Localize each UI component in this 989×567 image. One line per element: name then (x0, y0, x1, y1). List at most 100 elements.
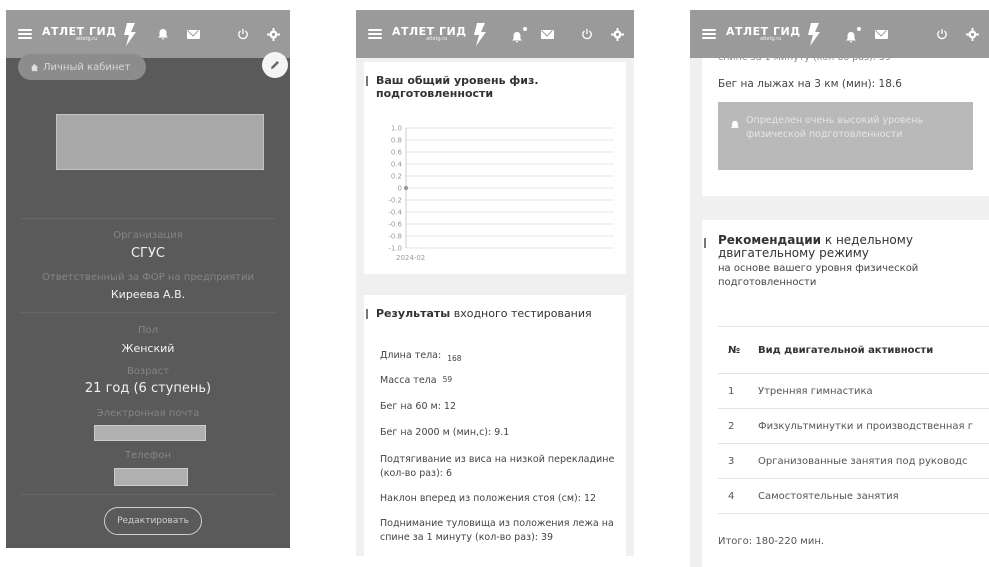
rec-title-bold: Рекомендации (718, 233, 822, 247)
level-line-chart: 1.0 0.8 0.6 0.4 0.2 0 -0.2 -0.4 -0.6 -0.8 -1.02024… (388, 125, 614, 262)
app-logo[interactable]: АТЛЕТ ГИД atletg.ru (726, 26, 801, 42)
row-activity: Утренняя гимнастика (758, 373, 989, 409)
mail-icon[interactable] (874, 29, 888, 39)
phone-label: Телефон (124, 450, 171, 461)
menu-icon[interactable] (702, 29, 716, 39)
results-title-bold: Результаты (376, 307, 451, 320)
power-icon[interactable] (237, 28, 249, 40)
logo-subtext: atletg.ru (760, 36, 782, 42)
personal-cabinet-label: Личный кабинет (43, 61, 131, 73)
result-item: Масса тела 59 (380, 374, 452, 388)
results-title: Результаты входного тестирования (376, 307, 592, 320)
email-field (94, 425, 206, 441)
result-label: Длина тела: (380, 350, 442, 361)
bell-icon (730, 120, 740, 128)
result-label: Масса тела (380, 375, 437, 386)
avatar-placeholder (56, 114, 264, 170)
menu-icon[interactable] (368, 29, 382, 39)
y-tick-label: 0.2 (391, 173, 402, 181)
recommendations-screen: спине за 1 минуту (кол-во раз): 39 Бег н… (690, 10, 989, 567)
logo-subtext: atletg.ru (76, 36, 98, 42)
app-logo[interactable]: АТЛЕТ ГИД atletg.ru (42, 26, 117, 42)
y-tick-label: -0.2 (388, 197, 402, 205)
row-number: 1 (718, 373, 758, 409)
result-item: Бег на 60 м: 12 (380, 401, 457, 412)
gear-icon[interactable] (611, 27, 624, 41)
result-value: 168 (447, 354, 462, 363)
row-number: 2 (718, 408, 758, 444)
bell-icon[interactable] (511, 27, 527, 43)
gear-icon[interactable] (267, 27, 280, 41)
org-value: СГУС (130, 246, 165, 261)
level-title-line1: Ваш общий уровень физ. (376, 74, 539, 87)
result-item: Подтягивание из виса на низкой переклади… (380, 454, 615, 479)
level-chart-card: Ваш общий уровень физ. подготовленности … (364, 62, 626, 274)
recommendations-title: Рекомендации к недельному двигательному … (718, 234, 968, 260)
x-tick-label: 2024-02 (396, 254, 425, 262)
data-point[interactable] (403, 185, 409, 191)
y-tick-label: 0.8 (391, 137, 402, 145)
power-icon[interactable] (581, 28, 593, 40)
fist-bolt-icon (123, 23, 136, 46)
y-tick-label: -0.6 (388, 221, 402, 229)
y-tick-label: -0.8 (388, 233, 402, 241)
pencil-icon (271, 61, 279, 69)
activity-table: № Вид двигательной активности 1 Утренняя… (718, 326, 989, 514)
notification-dot (522, 27, 527, 31)
col-number-header: № (718, 326, 758, 374)
total-time: Итого: 180-220 мин. (718, 536, 825, 547)
y-tick-label: 0.4 (391, 161, 403, 169)
row-activity: Организованные занятия под руководс (758, 443, 989, 479)
mail-icon[interactable] (540, 29, 554, 39)
bell-icon[interactable] (845, 27, 861, 43)
personal-cabinet-button[interactable]: Личный кабинет (18, 54, 146, 80)
table-row: 1 Утренняя гимнастика (718, 373, 989, 409)
fist-bolt-icon (473, 23, 486, 46)
level-card-title: Ваш общий уровень физ. подготовленности (376, 74, 616, 100)
bell-icon[interactable] (157, 28, 169, 40)
results-title-rest: входного тестирования (450, 307, 592, 320)
col-activity-header: Вид двигательной активности (758, 326, 989, 374)
results-screen: АТЛЕТ ГИД atletg.ru Ваш общий уровень фи… (356, 10, 634, 556)
result-item: Поднимание туловища из положения лежа на… (380, 518, 614, 543)
power-icon[interactable] (936, 28, 948, 40)
row-activity: Самостоятельные занятия (758, 478, 989, 514)
mail-icon[interactable] (186, 29, 200, 39)
table-row: 2 Физкультминутки и производственная г (718, 408, 989, 444)
result-item: Длина тела: 168 (380, 349, 462, 363)
table-row: 3 Организованные занятия под руководс (718, 443, 989, 479)
app-logo[interactable]: АТЛЕТ ГИД atletg.ru (392, 26, 467, 42)
profile-screen: АТЛЕТ ГИД atletg.ru Личный кабинет Орган… (6, 10, 290, 548)
age-value: 21 год (6 ступень) (84, 381, 212, 396)
org-label: Организация (113, 230, 183, 241)
menu-icon[interactable] (18, 29, 32, 39)
app-bar: АТЛЕТ ГИД atletg.ru (690, 10, 989, 58)
y-tick-label: -0.4 (388, 209, 402, 217)
edit-fab-button[interactable] (262, 52, 288, 78)
results-card: Результаты входного тестирования Длина т… (364, 295, 626, 556)
result-value: 59 (442, 375, 453, 384)
row-number: 4 (718, 478, 758, 514)
level-alert: Определен очень высокий уровень физическ… (718, 102, 973, 170)
y-tick-label: 0 (398, 185, 402, 193)
notification-dot (856, 27, 861, 31)
row-number: 3 (718, 443, 758, 479)
gear-icon[interactable] (966, 27, 979, 41)
home-icon (30, 63, 39, 71)
divider (20, 494, 276, 495)
divider (20, 312, 276, 313)
y-tick-label: -1.0 (388, 245, 402, 253)
card-accent (366, 309, 368, 319)
email-label: Электронная почта (96, 408, 200, 419)
edit-profile-button[interactable]: Редактировать (104, 507, 202, 535)
level-title-line2: подготовленности (376, 87, 494, 100)
y-tick-label: 1.0 (391, 125, 402, 133)
alert-text: Определен очень высокий уровень физическ… (746, 115, 924, 140)
recommendations-subtitle: на основе вашего уровня физической подго… (718, 263, 919, 288)
fist-bolt-icon (807, 23, 820, 46)
card-accent (366, 76, 368, 86)
app-bar: АТЛЕТ ГИД atletg.ru (6, 10, 290, 58)
responsible-value: Киреева А.В. (110, 288, 186, 301)
card-accent (704, 238, 706, 248)
sex-label: Пол (137, 325, 159, 336)
